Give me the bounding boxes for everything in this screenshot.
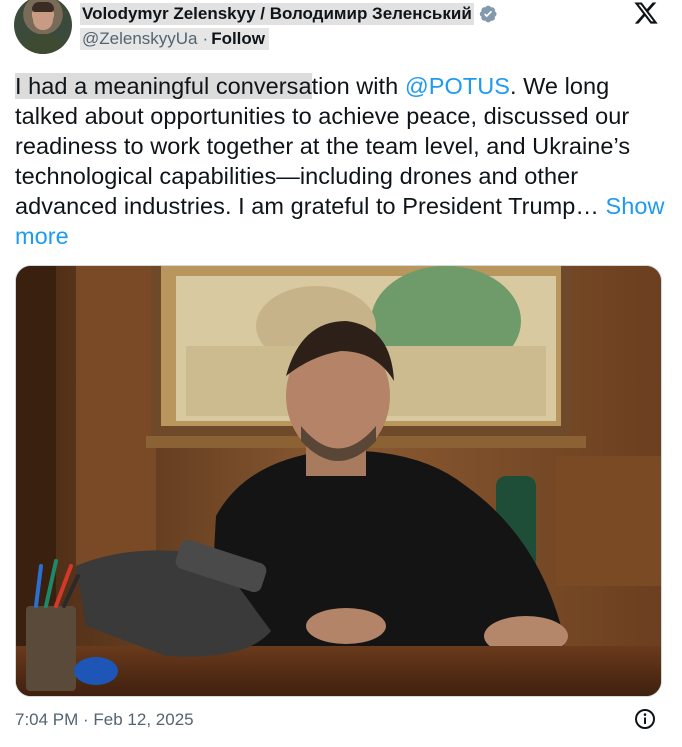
- tweet-timestamp[interactable]: 7:04 PM · Feb 12, 2025: [15, 709, 194, 731]
- verified-badge-icon: [479, 5, 497, 23]
- tweet-text-selected: I had a meaningful conversa: [15, 73, 312, 99]
- tweet-text-part: tion with: [311, 73, 405, 99]
- mention-link[interactable]: @POTUS: [405, 73, 510, 99]
- avatar-hair: [32, 2, 54, 12]
- avatar-shirt: [20, 34, 66, 54]
- author-display-name[interactable]: Volodymyr Zelenskyy / Володимир Зеленськ…: [80, 3, 474, 25]
- photo-illustration: [16, 266, 661, 696]
- author-handle-row: @ZelenskyyUa · Follow: [80, 28, 270, 50]
- author-avatar[interactable]: [14, 0, 72, 54]
- separator-dot: ·: [199, 28, 212, 50]
- x-logo-icon[interactable]: [632, 0, 660, 26]
- info-icon[interactable]: [633, 707, 657, 731]
- author-handle[interactable]: @ZelenskyyUa: [80, 28, 200, 50]
- author-name-row: Volodymyr Zelenskyy / Володимир Зеленськ…: [80, 2, 498, 26]
- tweet-text: I had a meaningful conversation with @PO…: [15, 71, 670, 251]
- tweet-media-photo[interactable]: [15, 265, 662, 697]
- follow-button[interactable]: Follow: [211, 28, 270, 50]
